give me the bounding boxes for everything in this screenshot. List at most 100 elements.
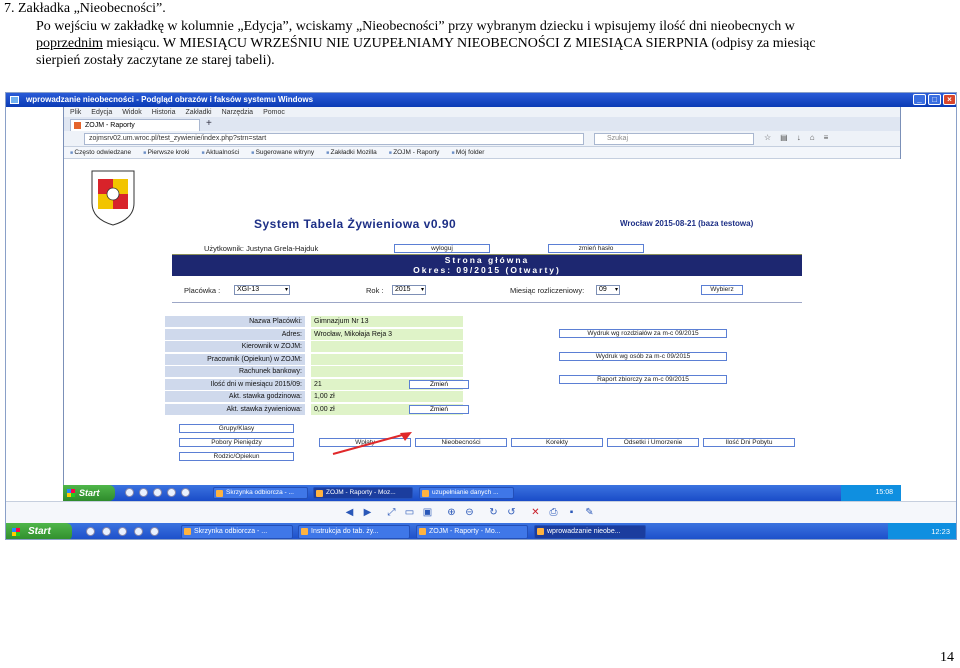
taskbar-item[interactable]: Skrzynka odbiorcza - ... <box>213 487 308 499</box>
report-by-person-button[interactable]: Wydruk wg osób za m-c 09/2015 <box>559 352 727 361</box>
window-icon <box>10 96 19 104</box>
start-button[interactable]: Start <box>63 485 115 501</box>
paragraph-line-3: sierpień zostały zaczytane ze starej tab… <box>36 53 275 68</box>
quicklaunch-icon[interactable] <box>125 488 134 497</box>
next-icon[interactable]: ▶ <box>362 507 373 518</box>
user-label: Użytkownik: Justyna Grela-Hajduk <box>204 244 319 253</box>
divider <box>172 302 802 303</box>
bookmark-item[interactable]: Sugerowane witryny <box>251 149 315 156</box>
menu-pomoc[interactable]: Pomoc <box>263 109 285 116</box>
bookmark-item[interactable]: Pierwsze kroki <box>143 149 190 156</box>
quicklaunch-icon[interactable] <box>139 488 148 497</box>
menu-plik[interactable]: Plik <box>70 109 81 116</box>
url-field[interactable]: zojmsrv02.um.wroc.pl/test_zywienie/index… <box>84 133 584 145</box>
money-collection-button[interactable]: Pobory Pieniędzy <box>179 438 294 447</box>
logout-button[interactable]: wyloguj <box>394 244 490 253</box>
groups-button[interactable]: Grupy/Klasy <box>179 424 294 433</box>
save-icon[interactable]: ▪ <box>566 507 577 518</box>
miesiac-select[interactable]: 09 <box>596 285 620 295</box>
info-row: Nazwa Placówki: Gimnazjum Nr 13 <box>165 316 463 327</box>
report-by-chapter-button[interactable]: Wydruk wg rozdziałów za m-c 09/2015 <box>559 329 727 338</box>
best-fit-icon[interactable]: ⤢ <box>386 507 397 518</box>
interest-button[interactable]: Odsetki i Umorzenie <box>607 438 699 447</box>
info-value <box>311 366 463 377</box>
toolbar-icons: ☆ ▤ ↓ ⌂ ≡ <box>764 133 828 142</box>
firefox-window: Plik Edycja Widok Historia Zakładki Narz… <box>63 107 902 485</box>
browser-tab[interactable]: ZOJM - Raporty <box>70 119 200 131</box>
delete-icon[interactable]: ✕ <box>530 507 541 518</box>
change-rate-button[interactable]: Zmień <box>409 404 469 414</box>
taskbar-item[interactable]: uzupełnianie danych ... <box>419 487 514 499</box>
change-days-button[interactable]: Zmień <box>409 379 469 389</box>
change-password-button[interactable]: zmień hasło <box>548 244 644 253</box>
print-icon[interactable]: ⎙ <box>548 507 559 518</box>
placowka-select[interactable]: XGI-13 <box>234 285 290 295</box>
image-viewer-title: wprowadzanie nieobecności - Podgląd obra… <box>26 95 314 104</box>
info-value: 1,00 zł <box>311 391 463 402</box>
slideshow-icon[interactable]: ▣ <box>422 507 433 518</box>
taskbar-item[interactable]: wprowadzanie nieobe... <box>534 525 646 539</box>
summary-report-button[interactable]: Raport zbiorczy za m-c 09/2015 <box>559 375 727 384</box>
maximize-button[interactable]: □ <box>928 94 941 105</box>
new-tab-button[interactable]: + <box>206 118 212 129</box>
taskbar-item[interactable]: ZOJM - Raporty - Mo... <box>416 525 528 539</box>
edit-icon[interactable]: ✎ <box>584 507 595 518</box>
zoom-in-icon[interactable]: ⊕ <box>446 507 457 518</box>
zoom-out-icon[interactable]: ⊖ <box>464 507 475 518</box>
bookmark-item[interactable]: Mój folder <box>451 149 485 156</box>
parent-button[interactable]: Rodzic/Opiekun <box>179 452 294 461</box>
period-label: Okres: 09/2015 (Otwarty) <box>413 265 561 275</box>
quicklaunch-icon[interactable] <box>150 527 159 536</box>
rok-select[interactable]: 2015 <box>392 285 426 295</box>
info-row: Akt. stawka żywieniowa: 0,00 zł Zmień <box>165 403 469 415</box>
absences-button[interactable]: Nieobecności <box>415 438 507 447</box>
facility-info-table: Nazwa Placówki: Gimnazjum Nr 13 Adres: W… <box>165 316 469 416</box>
menu-widok[interactable]: Widok <box>122 109 141 116</box>
quicklaunch-icon[interactable] <box>167 488 176 497</box>
choose-button[interactable]: Wybierz <box>701 285 743 295</box>
minimize-button[interactable]: _ <box>913 94 926 105</box>
inner-taskbar: Start Skrzynka odbiorcza - ... ZOJM - Ra… <box>63 485 901 501</box>
taskbar-item[interactable]: ZOJM - Raporty - Moz... <box>313 487 413 499</box>
previous-icon[interactable]: ◀ <box>344 507 355 518</box>
taskbar-item[interactable]: Skrzynka odbiorcza - ... <box>181 525 293 539</box>
menu-icon[interactable]: ≡ <box>824 133 829 142</box>
bookmark-item[interactable]: Zakładki Mozilla <box>326 149 377 156</box>
info-row: Rachunek bankowy: <box>165 366 463 377</box>
bookmark-item[interactable]: ZOJM - Raporty <box>389 149 439 156</box>
menu-narzedzia[interactable]: Narzędzia <box>222 109 254 116</box>
download-icon[interactable]: ↓ <box>797 133 801 142</box>
info-row: Pracownik (Opiekun) w ZOJM: <box>165 353 463 365</box>
quicklaunch-icon[interactable] <box>181 488 190 497</box>
start-button[interactable]: Start <box>6 523 72 539</box>
bookmark-item[interactable]: Często odwiedzane <box>70 149 131 156</box>
quicklaunch-icon[interactable] <box>86 527 95 536</box>
info-key: Akt. stawka godzinowa: <box>165 391 305 402</box>
quicklaunch-icon[interactable] <box>118 527 127 536</box>
quicklaunch-icon[interactable] <box>102 527 111 536</box>
rotate-ccw-icon[interactable]: ↺ <box>506 507 517 518</box>
days-of-stay-button[interactable]: Ilość Dni Pobytu <box>703 438 795 447</box>
close-button[interactable]: × <box>943 94 956 105</box>
paragraph-line-2: poprzednim miesiącu. W MIESIĄCU WRZEŚNIU… <box>36 35 958 52</box>
menu-zakladki[interactable]: Zakładki <box>185 109 211 116</box>
corrections-button[interactable]: Korekty <box>511 438 603 447</box>
quicklaunch-icon[interactable] <box>134 527 143 536</box>
rotate-cw-icon[interactable]: ↻ <box>488 507 499 518</box>
menu-edycja[interactable]: Edycja <box>91 109 112 116</box>
info-key: Adres: <box>165 328 305 340</box>
home-icon[interactable]: ⌂ <box>810 133 815 142</box>
actual-size-icon[interactable]: ▭ <box>404 507 415 518</box>
info-row: Adres: Wrocław, Mikołaja Reja 3 <box>165 328 463 340</box>
quicklaunch-icon[interactable] <box>153 488 162 497</box>
star-icon[interactable]: ☆ <box>764 133 771 142</box>
reader-icon[interactable]: ▤ <box>780 133 788 142</box>
taskbar-item[interactable]: Instrukcja do tab. ży... <box>298 525 410 539</box>
search-field[interactable]: Szukaj <box>594 133 754 145</box>
bookmark-item[interactable]: Aktualności <box>201 149 239 156</box>
tab-title: ZOJM - Raporty <box>85 122 135 129</box>
info-key: Pracownik (Opiekun) w ZOJM: <box>165 353 305 365</box>
menu-historia[interactable]: Historia <box>152 109 176 116</box>
header-title: Strona główna <box>444 255 530 265</box>
zojm-logo <box>91 170 135 226</box>
